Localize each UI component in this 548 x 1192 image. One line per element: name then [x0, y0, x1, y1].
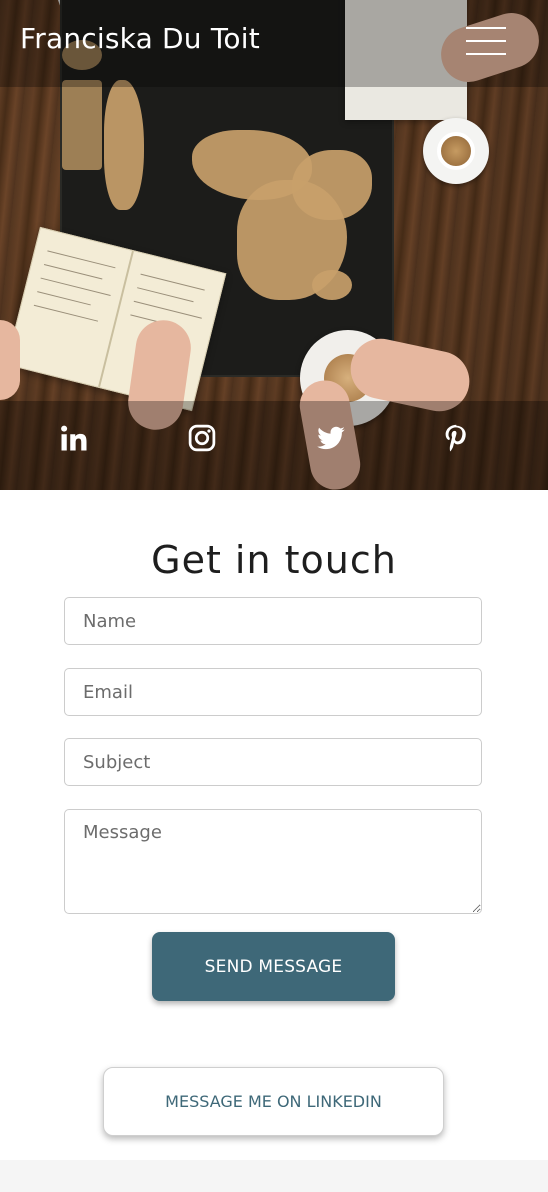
- top-nav-bar: Franciska Du Toit: [0, 0, 548, 87]
- pinterest-icon[interactable]: [441, 423, 471, 453]
- message-textarea[interactable]: [64, 809, 482, 914]
- subject-input[interactable]: [64, 738, 482, 786]
- twitter-icon[interactable]: [316, 423, 346, 453]
- name-input[interactable]: [64, 597, 482, 645]
- social-links-bar: [0, 401, 548, 490]
- email-input[interactable]: [64, 668, 482, 716]
- send-message-button[interactable]: SEND MESSAGE: [152, 932, 395, 1001]
- coffee-cup-top: [423, 118, 489, 184]
- footer-strip: [0, 1160, 548, 1192]
- site-title[interactable]: Franciska Du Toit: [20, 22, 260, 55]
- hamburger-menu-icon[interactable]: [466, 27, 506, 57]
- message-on-linkedin-button[interactable]: MESSAGE ME ON LINKEDIN: [103, 1067, 444, 1136]
- linkedin-icon[interactable]: [59, 423, 89, 453]
- instagram-icon[interactable]: [187, 423, 217, 453]
- contact-heading: Get in touch: [151, 538, 397, 582]
